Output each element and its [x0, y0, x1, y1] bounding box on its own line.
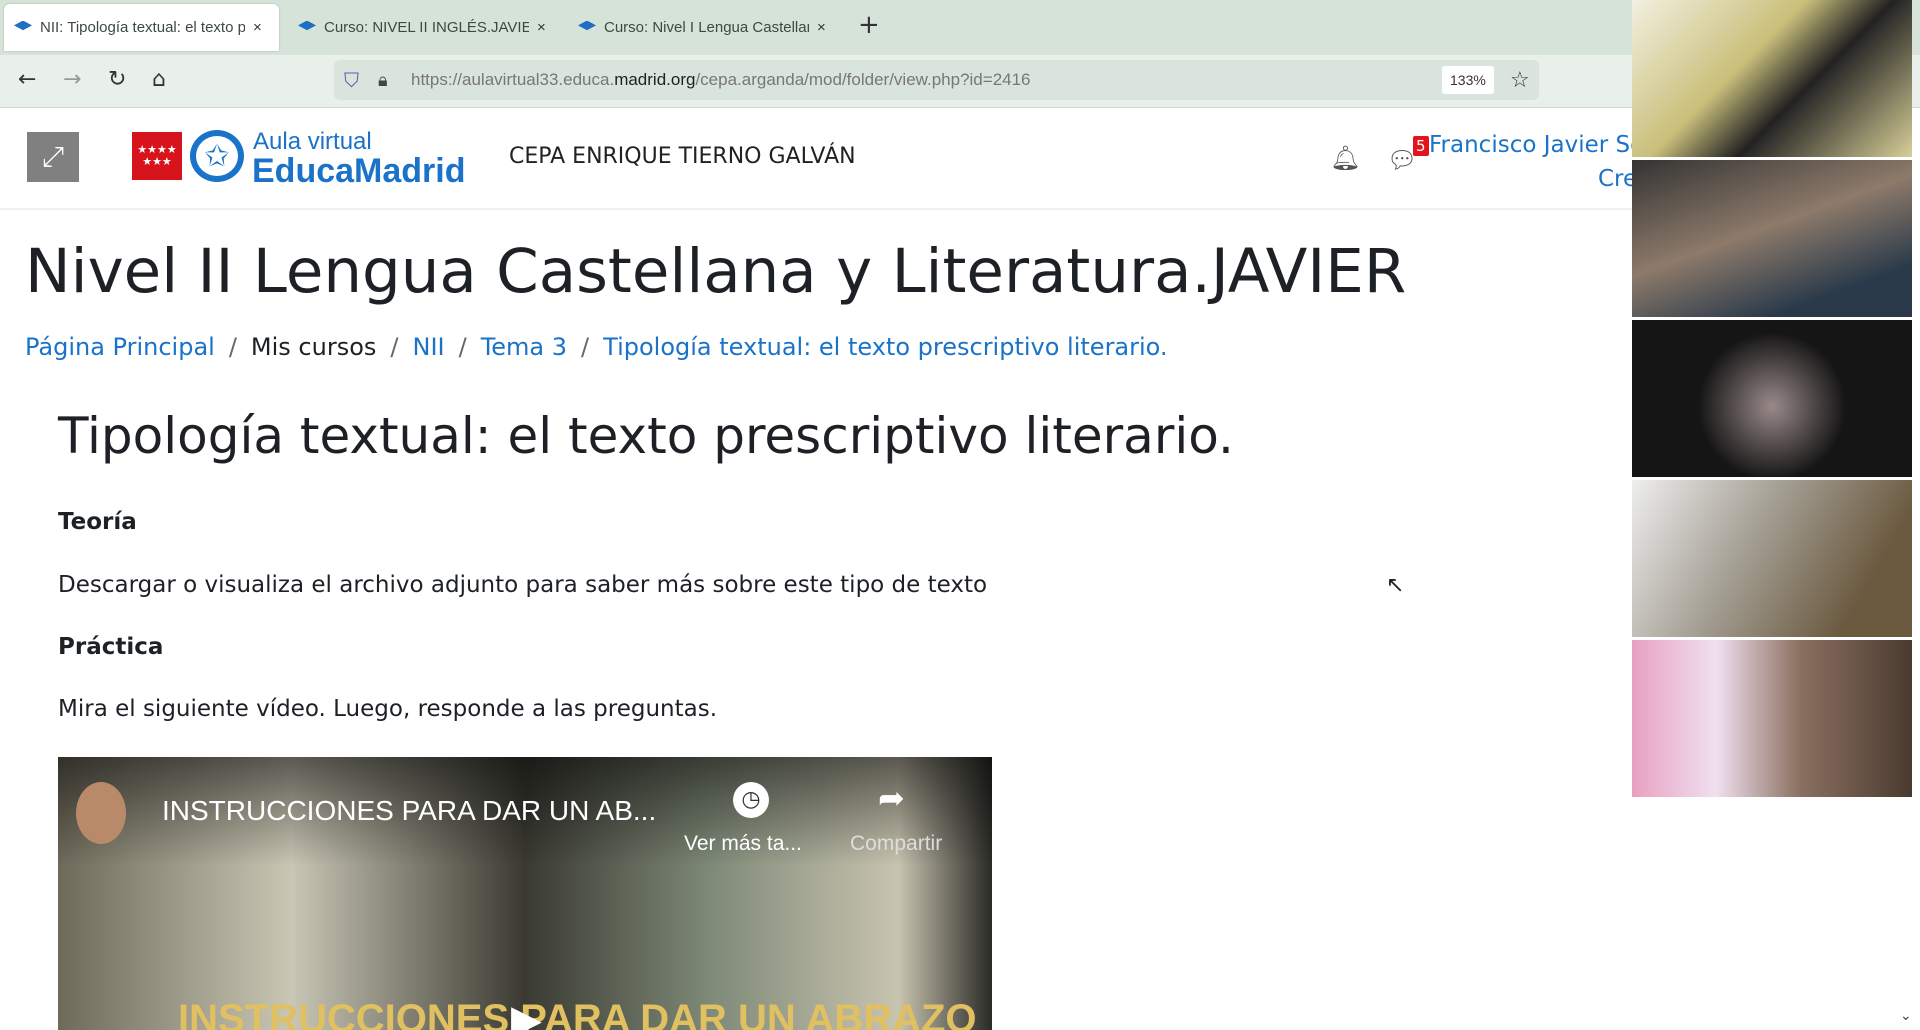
participant-video[interactable]: [1632, 160, 1912, 317]
page-heading: Tipología textual: el texto prescriptivo…: [58, 407, 1234, 465]
tab-ingles[interactable]: Curso: NIVEL II INGLÉS.JAVIER ×: [288, 4, 563, 51]
notifications-bell-icon[interactable]: 🔔︎: [1330, 144, 1360, 172]
theory-text: Descargar o visualiza el archivo adjunto…: [58, 572, 988, 598]
play-icon[interactable]: ▶: [511, 997, 542, 1030]
participant-video[interactable]: [1632, 320, 1912, 477]
participant-video[interactable]: [1632, 640, 1912, 797]
tab-lengua-nivel1[interactable]: Curso: Nivel I Lengua Castellana ×: [568, 4, 843, 51]
tab-title: Curso: Nivel I Lengua Castellana: [604, 19, 809, 36]
breadcrumb-nii[interactable]: NII: [413, 333, 445, 361]
course-cap-icon: [298, 20, 316, 31]
breadcrumb-home[interactable]: Página Principal: [25, 333, 215, 361]
tab-title: Curso: NIVEL II INGLÉS.JAVIER: [324, 19, 529, 36]
site-header: ⤢ ★★★★ ★★★ ✩ Aula virtual EducaMadrid CE…: [0, 108, 1644, 210]
theory-heading: Teoría: [58, 509, 137, 535]
zoom-level[interactable]: 133%: [1442, 66, 1494, 94]
video-call-participants: [1632, 0, 1920, 800]
channel-avatar[interactable]: [76, 782, 126, 844]
video-caption: INSTRUCCIONES PARA DAR UN ABRAZO: [178, 997, 977, 1030]
participant-video[interactable]: [1632, 480, 1912, 637]
address-bar[interactable]: ⛉ 🔒︎ https://aulavirtual33.educa.madrid.…: [334, 60, 1539, 100]
youtube-video-embed[interactable]: INSTRUCCIONES PARA DAR UN AB... ◷ Ver má…: [58, 757, 992, 1030]
message-count-badge: 5: [1413, 136, 1429, 156]
user-menu[interactable]: Francisco Javier Se: [1429, 132, 1644, 158]
fullscreen-toggle-icon[interactable]: ⤢: [27, 132, 79, 182]
video-title[interactable]: INSTRUCCIONES PARA DAR UN AB...: [162, 795, 656, 827]
participant-video[interactable]: [1632, 0, 1912, 157]
home-icon[interactable]: ⌂: [152, 67, 166, 92]
bookmark-star-icon[interactable]: ☆: [1510, 68, 1530, 93]
close-tab-icon[interactable]: ×: [817, 19, 826, 36]
scroll-down-arrow-icon[interactable]: ⌄: [1900, 1008, 1912, 1024]
close-tab-icon[interactable]: ×: [253, 19, 262, 36]
madrid-flag-logo: ★★★★ ★★★: [132, 132, 182, 180]
practice-text: Mira el siguiente vídeo. Luego, responde…: [58, 696, 718, 722]
breadcrumb-current[interactable]: Tipología textual: el texto prescriptivo…: [603, 333, 1167, 361]
school-name[interactable]: CEPA ENRIQUE TIERNO GALVÁN: [509, 144, 856, 169]
new-tab-button[interactable]: +: [858, 10, 880, 40]
educamadrid-brand[interactable]: EducaMadrid: [252, 152, 465, 191]
tab-title: NII: Tipología textual: el texto prescri…: [40, 19, 245, 36]
course-cap-icon: [578, 20, 596, 31]
watch-later-button[interactable]: Ver más ta...: [684, 832, 802, 856]
url-text[interactable]: https://aulavirtual33.educa.madrid.org/c…: [411, 70, 1031, 90]
clock-icon[interactable]: ◷: [733, 782, 769, 818]
educamadrid-star-logo: ✩: [190, 130, 244, 182]
course-title: Nivel II Lengua Castellana y Literatura.…: [25, 236, 1407, 307]
shield-icon: ⛉: [344, 68, 359, 92]
tab-nii-tipologia[interactable]: NII: Tipología textual: el texto prescri…: [4, 4, 279, 51]
practice-heading: Práctica: [58, 634, 164, 660]
breadcrumb: Página Principal / Mis cursos / NII / Tema 3/T…: [25, 333, 1168, 361]
mouse-cursor-icon: ↖: [1386, 573, 1405, 598]
course-cap-icon: [14, 20, 32, 31]
breadcrumb-tema3[interactable]: Tema 3: [481, 333, 567, 361]
lock-icon: 🔒︎: [378, 69, 388, 91]
forward-icon[interactable]: →: [63, 67, 81, 92]
back-icon[interactable]: ←: [18, 67, 36, 92]
breadcrumb-my-courses: Mis cursos: [250, 333, 377, 361]
reload-icon[interactable]: ↻: [108, 67, 126, 92]
close-tab-icon[interactable]: ×: [537, 19, 546, 36]
share-button[interactable]: Compartir: [850, 832, 942, 856]
share-arrow-icon[interactable]: ➦: [878, 779, 905, 817]
